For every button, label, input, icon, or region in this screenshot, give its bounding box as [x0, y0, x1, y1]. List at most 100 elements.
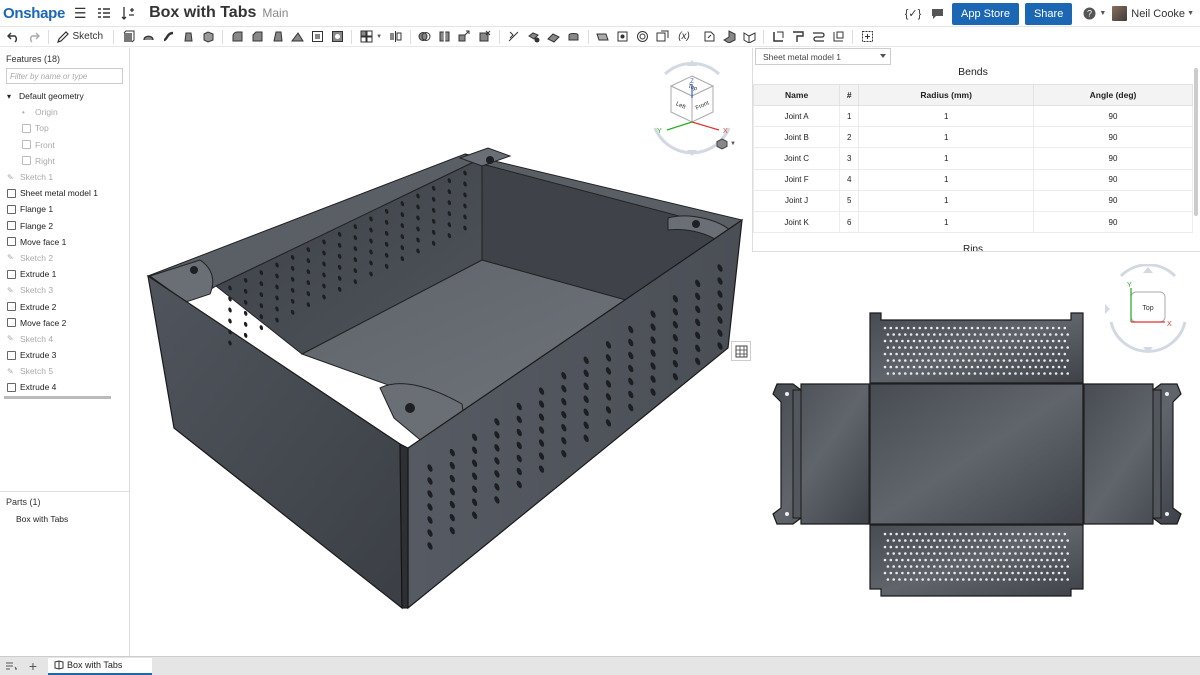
sheet-metal-model-icon[interactable] — [702, 30, 717, 44]
tab-icon[interactable] — [742, 30, 757, 44]
draft-icon[interactable] — [270, 30, 285, 44]
feature-item[interactable]: Extrude 1 — [0, 266, 129, 282]
mate-connector-icon[interactable] — [615, 30, 630, 44]
table-row[interactable]: Joint F 4 1 90 — [753, 168, 1193, 191]
perforation-hole — [909, 539, 913, 542]
feature-filter-input[interactable]: Filter by name or type — [6, 68, 123, 84]
add-custom-feature-icon[interactable] — [860, 30, 875, 44]
feature-item[interactable]: Top — [0, 120, 129, 136]
flat-view-toggle[interactable] — [731, 341, 751, 361]
flat-pattern-view[interactable]: Top Y X — [753, 252, 1200, 656]
hole-icon[interactable] — [330, 30, 345, 44]
rib-icon[interactable] — [290, 30, 305, 44]
table-row[interactable]: Joint A 1 1 90 — [753, 104, 1193, 128]
revolve-icon[interactable] — [141, 30, 156, 44]
flange-icon[interactable] — [722, 30, 737, 44]
form-icon[interactable] — [831, 30, 846, 44]
add-tab-icon[interactable]: + — [22, 658, 44, 674]
help-icon[interactable]: ? — [1080, 5, 1098, 23]
feature-item[interactable]: Move face 2 — [0, 315, 129, 331]
flat-view-cube[interactable]: Top Y X — [1103, 264, 1193, 356]
app-store-button[interactable]: App Store — [952, 2, 1019, 25]
feature-item[interactable]: ✎ Sketch 2 — [0, 250, 129, 266]
perforation-hole — [976, 545, 980, 549]
table-row[interactable]: Joint C 3 1 90 — [753, 147, 1193, 170]
feature-item[interactable]: ✎ Sketch 1 — [0, 169, 129, 185]
feature-item[interactable]: ✎ Sketch 3 — [0, 282, 129, 298]
extrude-icon[interactable] — [121, 30, 136, 44]
table-row[interactable]: Joint B 2 1 90 — [753, 126, 1193, 149]
table-row[interactable]: Joint K 6 1 90 — [753, 210, 1193, 234]
feature-item[interactable]: Extrude 3 — [0, 347, 129, 363]
column-header-number[interactable]: # — [839, 84, 860, 106]
redo-icon[interactable] — [26, 30, 41, 44]
delete-face-icon[interactable] — [526, 30, 541, 44]
comments-icon[interactable] — [928, 5, 946, 23]
pattern-dropdown-icon[interactable]: ▼ — [376, 34, 382, 40]
make-joint-icon[interactable] — [771, 30, 786, 44]
column-header-name[interactable]: Name — [753, 84, 841, 106]
variables-icon[interactable]: {✓} — [904, 5, 922, 23]
feature-item[interactable]: Flange 2 — [0, 218, 129, 234]
boolean-icon[interactable] — [417, 30, 432, 44]
fillet-icon[interactable] — [230, 30, 245, 44]
bend-relief-icon[interactable] — [811, 30, 826, 44]
column-header-angle[interactable]: Angle (deg) — [1033, 84, 1193, 106]
perforation-hole — [959, 365, 962, 369]
sweep-icon[interactable] — [161, 30, 176, 44]
user-name[interactable]: Neil Cooke — [1131, 8, 1185, 20]
feature-list-icon[interactable] — [95, 4, 113, 22]
column-header-radius[interactable]: Radius (mm) — [858, 84, 1035, 106]
table-row[interactable]: Joint J 5 1 90 — [753, 189, 1193, 212]
variable-icon[interactable]: (x) — [675, 30, 693, 44]
perforation-hole — [921, 578, 924, 581]
feature-item[interactable]: Right — [0, 153, 129, 169]
sheet-metal-model-select[interactable]: Sheet metal model 1 — [755, 48, 891, 65]
part-item[interactable]: Box with Tabs — [16, 514, 68, 524]
delete-part-icon[interactable] — [477, 30, 492, 44]
corner-icon[interactable] — [791, 30, 806, 44]
graphics-viewport[interactable]: Top Left Front Z X Y ▼ — [130, 48, 752, 656]
tab-part-studio[interactable]: Box with Tabs — [48, 657, 153, 675]
feature-item[interactable]: Sheet metal model 1 — [0, 185, 129, 201]
feature-item[interactable]: Extrude 4 — [0, 379, 129, 395]
thicken-icon[interactable] — [201, 30, 216, 44]
feature-item[interactable]: ✎ Sketch 5 — [0, 363, 129, 379]
insert-icon[interactable] — [119, 4, 137, 22]
loft-icon[interactable] — [181, 30, 196, 44]
user-dropdown-icon[interactable]: ▼ — [1187, 10, 1194, 17]
move-face-icon[interactable] — [546, 30, 561, 44]
onshape-logo[interactable]: Onshape — [3, 5, 65, 22]
feature-item[interactable]: Flange 1 — [0, 201, 129, 217]
feature-list-scrollbar[interactable] — [4, 396, 111, 399]
feature-item[interactable]: Extrude 2 — [0, 298, 129, 314]
help-dropdown-icon[interactable]: ▼ — [1099, 10, 1106, 17]
feature-item[interactable]: • Origin — [0, 104, 129, 120]
share-button[interactable]: Share — [1024, 2, 1073, 25]
render-mode-button[interactable]: ▼ — [716, 138, 736, 150]
split-icon[interactable] — [437, 30, 452, 44]
feature-item[interactable]: Front — [0, 137, 129, 153]
pattern-icon[interactable] — [359, 30, 374, 44]
feature-item[interactable]: ✎ Sketch 4 — [0, 331, 129, 347]
flat-view-cube-top-label[interactable]: Top — [1142, 305, 1153, 312]
plane-icon[interactable] — [595, 30, 610, 44]
sketch-button[interactable]: Sketch — [56, 30, 103, 43]
helix-icon[interactable] — [635, 30, 650, 44]
projected-curve-icon[interactable] — [655, 30, 670, 44]
document-title[interactable]: Box with Tabs — [149, 4, 256, 22]
transform-icon[interactable] — [457, 30, 472, 44]
feature-item[interactable]: ▾ Default geometry — [0, 88, 129, 104]
user-avatar[interactable] — [1112, 6, 1128, 21]
top-right-actions: {✓} App Store Share ? ▼ Neil Cooke ▼ — [898, 2, 1194, 25]
mirror-icon[interactable] — [388, 30, 403, 44]
modify-fillet-icon[interactable] — [506, 30, 521, 44]
replace-face-icon[interactable] — [566, 30, 581, 44]
menu-icon[interactable]: ☰ — [71, 4, 89, 22]
chamfer-icon[interactable] — [250, 30, 265, 44]
tab-manager-icon[interactable] — [0, 661, 22, 671]
bend-table-scrollbar[interactable] — [1194, 68, 1198, 216]
shell-icon[interactable] — [310, 30, 325, 44]
feature-item[interactable]: Move face 1 — [0, 234, 129, 250]
undo-icon[interactable] — [6, 30, 21, 44]
